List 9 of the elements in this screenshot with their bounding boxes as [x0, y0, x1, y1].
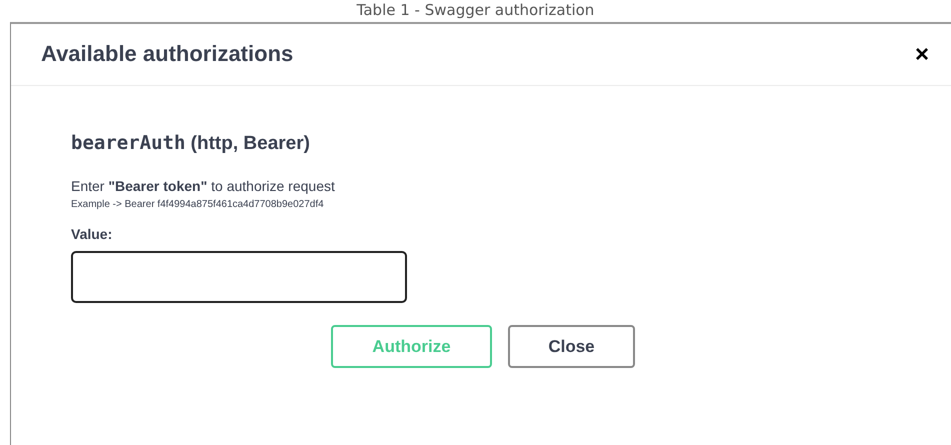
value-label: Value: — [71, 224, 114, 244]
scheme-name: bearerAuth — [71, 132, 186, 154]
caption: Table 1 - Swagger authorization — [356, 0, 596, 21]
description: Enter "Bearer token" to authorize request — [71, 176, 336, 196]
scheme-details: (http, Bearer) — [190, 133, 310, 154]
close-button[interactable]: Close — [508, 324, 635, 368]
dialog-title: Available authorizations — [41, 41, 294, 68]
example-text: Example -> Bearer f4f4994a875f461ca4d7708b9e027df4 — [71, 198, 325, 212]
value-field[interactable] — [71, 250, 407, 303]
